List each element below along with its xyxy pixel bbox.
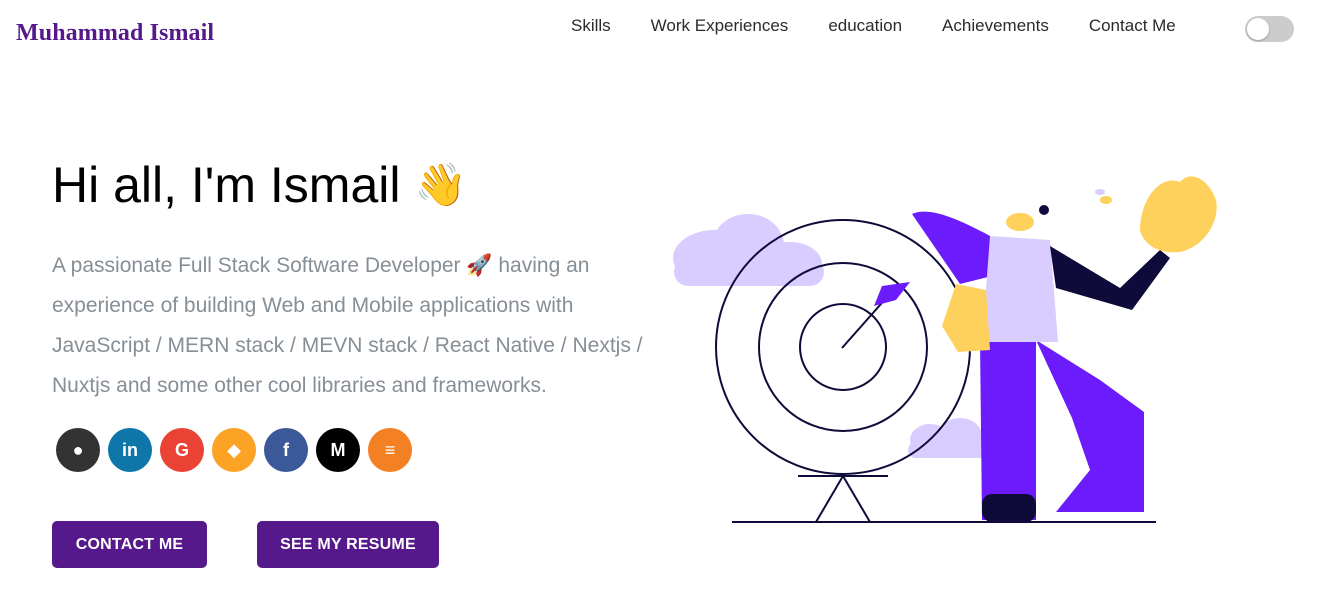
github-icon[interactable]: ●: [56, 428, 100, 472]
medium-icon[interactable]: M: [316, 428, 360, 472]
greeting-text: Hi all, I'm Ismail: [52, 157, 401, 213]
site-logo[interactable]: Muhammad Ismail: [16, 20, 214, 47]
see-resume-button[interactable]: SEE MY RESUME: [257, 521, 439, 568]
hero-illustration: [673, 176, 1217, 523]
contact-me-button[interactable]: CONTACT ME: [52, 521, 207, 568]
dark-mode-toggle[interactable]: [1245, 16, 1294, 42]
main-nav: Skills Work Experiences education Achiev…: [571, 14, 1176, 38]
nav-achievements[interactable]: Achievements: [942, 16, 1049, 36]
facebook-icon[interactable]: f: [264, 428, 308, 472]
person-icon: [912, 176, 1217, 522]
nav-education[interactable]: education: [828, 16, 902, 36]
nav-contact-me[interactable]: Contact Me: [1089, 16, 1176, 36]
hero-subtitle: A passionate Full Stack Software Develop…: [52, 254, 643, 397]
gitlab-icon[interactable]: ◆: [212, 428, 256, 472]
google-icon[interactable]: G: [160, 428, 204, 472]
dart-icon: [841, 282, 910, 349]
toggle-knob: [1247, 18, 1269, 40]
hero-greeting: Hi all, I'm Ismail 👋: [52, 156, 467, 214]
waving-hand-icon: 👋: [414, 160, 467, 208]
social-links: ● in G ◆ f M ≡: [56, 428, 420, 472]
nav-skills[interactable]: Skills: [571, 16, 611, 36]
nav-work-experiences[interactable]: Work Experiences: [651, 16, 789, 36]
linkedin-icon[interactable]: in: [108, 428, 152, 472]
stackoverflow-icon[interactable]: ≡: [368, 428, 412, 472]
bee-icon: [1095, 189, 1112, 204]
